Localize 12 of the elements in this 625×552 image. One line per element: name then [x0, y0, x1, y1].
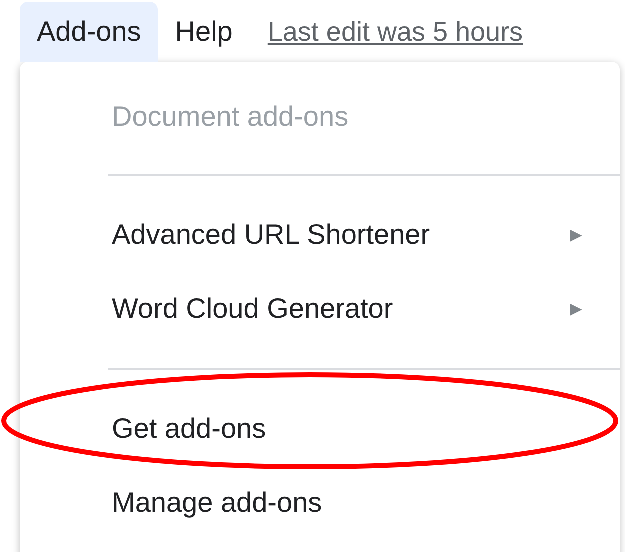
submenu-arrow: ▶ [570, 300, 582, 319]
submenu-arrow: ▶ [570, 226, 582, 245]
menu-item[interactable]: Manage add-ons [20, 466, 620, 540]
menu-bar-item[interactable]: Add-ons [20, 2, 158, 62]
menu-item[interactable]: Get add-ons [20, 392, 620, 466]
menu-header: Document add-ons [111, 100, 350, 134]
menu-item-label: Word Cloud Generator [112, 293, 394, 325]
menu-item-label: Advanced URL Shortener [112, 219, 432, 251]
menu-bar-item[interactable]: Help [158, 2, 250, 62]
menu-item[interactable]: Advanced URL Shortener ▶ [20, 198, 620, 272]
last-edit-link[interactable]: Last edit was 5 hours [268, 2, 524, 62]
menu-item[interactable]: Word Cloud Generator ▶ [20, 272, 620, 346]
